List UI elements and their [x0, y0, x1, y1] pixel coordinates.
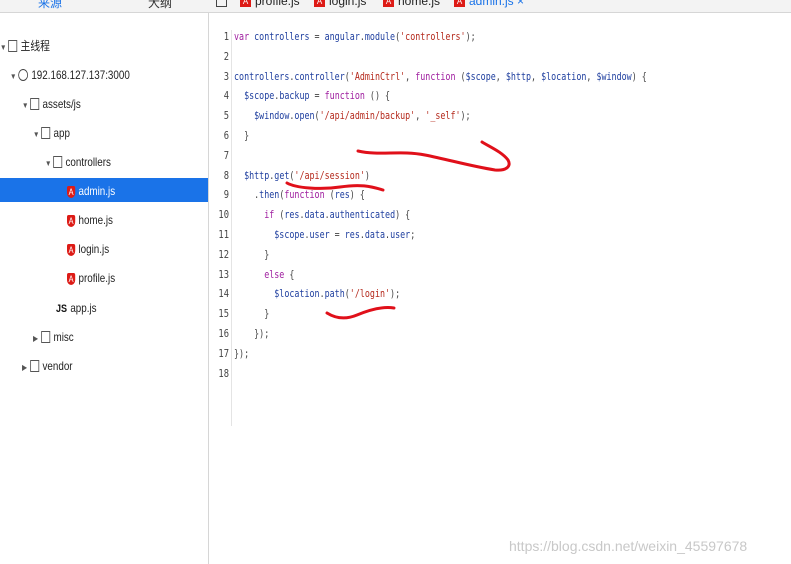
tree-item-controllers[interactable]: ▼ controllers — [45, 151, 111, 173]
line-number: 1 — [223, 30, 229, 43]
angular-icon: A — [67, 272, 76, 285]
line-number: 18 — [218, 366, 229, 380]
chevron-down-icon[interactable]: ▼ — [0, 37, 8, 59]
angular-icon: A — [67, 214, 76, 227]
chevron-right-icon[interactable]: ▶ — [22, 357, 30, 379]
angular-icon: A — [67, 185, 76, 198]
angular-icon: A — [383, 0, 394, 8]
angular-icon: A — [67, 243, 76, 256]
code-line: } — [234, 307, 270, 321]
code-line: else { — [264, 267, 295, 281]
line-number: 7 — [223, 148, 229, 162]
chevron-down-icon[interactable]: ▼ — [22, 95, 30, 117]
code-line: $scope.backup = function () { — [244, 89, 391, 103]
tree-item-assets-js[interactable]: ▼ assets/js — [22, 93, 81, 115]
line-number: 2 — [223, 49, 229, 63]
code-line: $scope.user = res.data.user; — [274, 228, 416, 241]
tree-item-misc[interactable]: ▶ misc — [33, 326, 74, 348]
code-line: .then(function (res) { — [234, 188, 365, 202]
line-number: 8 — [223, 168, 229, 182]
line-number: 4 — [223, 89, 229, 103]
folder-icon — [30, 97, 40, 110]
code-line: }); — [234, 346, 250, 360]
folder-icon — [41, 330, 51, 343]
close-icon[interactable]: × — [517, 0, 524, 8]
tab-login-js[interactable]: Alogin.js — [314, 0, 366, 8]
globe-icon — [18, 68, 29, 81]
window-icon — [8, 39, 18, 52]
folder-icon — [30, 359, 40, 372]
split-icon[interactable] — [216, 0, 227, 7]
line-number: 13 — [218, 267, 229, 281]
line-number: 5 — [223, 109, 229, 123]
code-line: $window.open('/api/admin/backup', '_self… — [254, 109, 471, 123]
tab-profile-js[interactable]: Aprofile.js — [240, 0, 300, 8]
line-number: 16 — [218, 327, 229, 340]
line-number: 11 — [218, 228, 229, 241]
chevron-right-icon[interactable]: ▶ — [33, 328, 41, 350]
tree-item-admin-js[interactable]: Aadmin.js — [67, 180, 115, 202]
line-number: 3 — [223, 69, 229, 83]
tab-admin-js[interactable]: Aadmin.js × — [454, 0, 524, 8]
code-line: } — [234, 129, 250, 142]
line-number: 14 — [218, 287, 229, 301]
code-line: $http.get('/api/session') — [244, 168, 370, 182]
tree-item-app[interactable]: ▼ app — [33, 122, 70, 144]
tree-item-home-js[interactable]: Ahome.js — [67, 209, 113, 231]
code-line: var controllers = angular.module('contro… — [234, 30, 476, 43]
code-line: } — [234, 247, 270, 261]
tree-item-main-thread[interactable]: ▼ 主线程 — [0, 35, 50, 57]
gutter-divider — [231, 30, 232, 426]
js-icon: JS — [56, 303, 68, 315]
chevron-down-icon[interactable]: ▼ — [33, 124, 41, 146]
folder-icon — [41, 126, 51, 139]
angular-icon: A — [240, 0, 251, 8]
tab-bar: 来源 大纲 Aprofile.js Alogin.js Ahome.js Aad… — [0, 0, 791, 13]
line-number: 6 — [223, 129, 229, 142]
tree-item-login-js[interactable]: Alogin.js — [67, 238, 109, 260]
tree-item-vendor[interactable]: ▶ vendor — [22, 355, 73, 377]
code-editor[interactable]: 1 var controllers = angular.module('contr… — [209, 13, 791, 564]
tab-home-js[interactable]: Ahome.js — [383, 0, 440, 8]
folder-icon — [53, 155, 63, 168]
tab-outline[interactable]: 大纲 — [148, 0, 172, 11]
watermark: https://blog.csdn.net/weixin_45597678 — [509, 538, 748, 554]
line-number: 10 — [218, 208, 229, 222]
angular-icon: A — [314, 0, 325, 8]
line-number: 12 — [218, 247, 229, 261]
angular-icon: A — [454, 0, 465, 8]
line-number: 17 — [218, 346, 229, 360]
line-number: 15 — [218, 307, 229, 321]
tree-item-host[interactable]: ▼ 192.168.127.137:3000 — [10, 64, 130, 86]
code-line: if (res.data.authenticated) { — [264, 208, 411, 222]
chevron-down-icon[interactable]: ▼ — [10, 66, 18, 88]
code-line: $location.path('/login'); — [274, 287, 401, 301]
code-line: controllers.controller('AdminCtrl', func… — [234, 69, 647, 83]
code-line: }); — [234, 327, 270, 340]
tree-item-profile-js[interactable]: Aprofile.js — [67, 267, 115, 289]
chevron-down-icon[interactable]: ▼ — [45, 153, 53, 175]
tree-item-app-js[interactable]: JS app.js — [56, 297, 97, 319]
file-tree-panel: ▼ 主线程 ▼ 192.168.127.137:3000 ▼ assets/js ▼ a… — [0, 13, 209, 564]
tab-sources[interactable]: 来源 — [38, 0, 62, 11]
line-number: 9 — [223, 188, 229, 202]
